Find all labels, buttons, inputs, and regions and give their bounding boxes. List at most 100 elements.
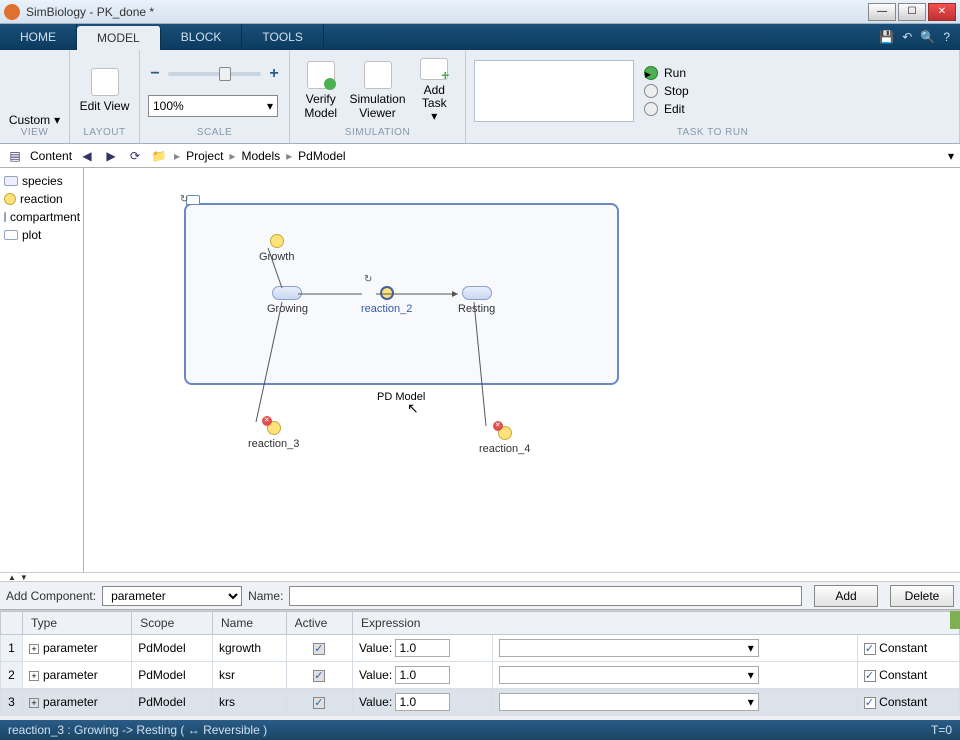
diagram-canvas[interactable]: ↻ Growth ↻ Growing reaction_2 Resting ✕ …: [84, 168, 960, 572]
cell-value[interactable]: Value:: [353, 689, 493, 716]
constant-checkbox[interactable]: [864, 670, 876, 682]
breadcrumb-project[interactable]: Project: [186, 149, 223, 163]
value-input[interactable]: [395, 693, 450, 711]
cell-active[interactable]: [286, 662, 352, 689]
zoom-slider[interactable]: [168, 72, 261, 76]
cell-expression[interactable]: ▾: [492, 662, 857, 689]
expand-toggle[interactable]: +: [29, 698, 39, 708]
minimize-button[interactable]: —: [868, 3, 896, 21]
verify-model-button[interactable]: Verify Model: [298, 58, 343, 124]
palette-plot[interactable]: plot: [2, 226, 81, 244]
cell-name[interactable]: ksr: [212, 662, 286, 689]
cell-constant[interactable]: Constant: [857, 635, 959, 662]
close-button[interactable]: ✕: [928, 3, 956, 21]
tab-block[interactable]: BLOCK: [161, 24, 243, 50]
constant-checkbox[interactable]: [864, 643, 876, 655]
node-growth[interactable]: Growth: [259, 234, 294, 263]
tab-model[interactable]: MODEL: [77, 26, 161, 50]
cell-value[interactable]: Value:: [353, 635, 493, 662]
table-row[interactable]: 2+parameterPdModelksrValue: ▾ Constant: [1, 662, 960, 689]
palette-species[interactable]: species: [2, 172, 81, 190]
collapse-down-icon[interactable]: ▼: [20, 573, 28, 582]
tab-tools[interactable]: TOOLS: [242, 24, 323, 50]
value-input[interactable]: [395, 666, 450, 684]
folder-icon[interactable]: 📁: [150, 147, 168, 165]
col-active[interactable]: Active: [286, 612, 352, 635]
expand-toggle[interactable]: +: [29, 671, 39, 681]
table-row[interactable]: 3+parameterPdModelkrsValue: ▾ Constant: [1, 689, 960, 716]
zoom-select[interactable]: 100% ▾: [148, 95, 278, 117]
component-type-select[interactable]: parameter: [102, 586, 242, 606]
maximize-button[interactable]: ☐: [898, 3, 926, 21]
content-label[interactable]: Content: [30, 149, 72, 163]
task-to-run-box[interactable]: [474, 60, 634, 122]
delete-button[interactable]: Delete: [890, 585, 954, 607]
expression-combo[interactable]: ▾: [499, 693, 759, 711]
run-button[interactable]: ▸Run: [644, 66, 689, 80]
add-button[interactable]: Add: [814, 585, 878, 607]
splitter[interactable]: ▲ ▼: [0, 572, 960, 582]
cell-active[interactable]: [286, 689, 352, 716]
simulation-viewer-button[interactable]: Simulation Viewer: [349, 58, 405, 124]
breadcrumb-models[interactable]: Models: [241, 149, 280, 163]
nav-forward-button[interactable]: ▶: [102, 147, 120, 165]
table-row[interactable]: 1+parameterPdModelkgrowthValue: ▾ Consta…: [1, 635, 960, 662]
cell-scope[interactable]: PdModel: [132, 689, 213, 716]
save-icon[interactable]: 💾: [879, 30, 894, 44]
breadcrumb-pdmodel[interactable]: PdModel: [298, 149, 345, 163]
cell-expression[interactable]: ▾: [492, 689, 857, 716]
cell-scope[interactable]: PdModel: [132, 635, 213, 662]
cell-constant[interactable]: Constant: [857, 662, 959, 689]
cell-value[interactable]: Value:: [353, 662, 493, 689]
cell-type[interactable]: +parameter: [23, 689, 132, 716]
col-type[interactable]: Type: [23, 612, 132, 635]
stop-button[interactable]: Stop: [644, 84, 689, 98]
chevron-down-icon: ▾: [748, 668, 754, 682]
edit-button[interactable]: Edit: [644, 102, 689, 116]
content-toggle[interactable]: ▤: [6, 147, 24, 165]
compartment-label[interactable]: PD Model: [377, 391, 425, 403]
cell-name[interactable]: kgrowth: [212, 635, 286, 662]
cell-expression[interactable]: ▾: [492, 635, 857, 662]
breadcrumb-dropdown[interactable]: ▾: [948, 149, 954, 163]
active-checkbox[interactable]: [313, 670, 325, 682]
constant-checkbox[interactable]: [864, 697, 876, 709]
active-checkbox[interactable]: [313, 697, 325, 709]
node-resting[interactable]: Resting: [458, 286, 495, 315]
node-growing[interactable]: Growing: [267, 286, 308, 315]
cell-active[interactable]: [286, 635, 352, 662]
expression-combo[interactable]: ▾: [499, 639, 759, 657]
node-reaction-2[interactable]: reaction_2: [361, 286, 412, 315]
collapse-up-icon[interactable]: ▲: [8, 573, 16, 582]
zoom-out-button[interactable]: −: [148, 65, 162, 83]
col-expression[interactable]: Expression: [353, 612, 960, 635]
edit-view-button[interactable]: Edit View: [78, 58, 131, 124]
reaction-icon: [270, 234, 284, 248]
active-checkbox[interactable]: [313, 643, 325, 655]
zoom-in-button[interactable]: +: [267, 65, 281, 83]
col-scope[interactable]: Scope: [132, 612, 213, 635]
custom-dropdown[interactable]: Custom ▾: [9, 113, 60, 127]
palette-compartment[interactable]: compartment: [2, 208, 81, 226]
value-input[interactable]: [395, 639, 450, 657]
loop-arrow-icon: ↻: [180, 194, 188, 205]
expand-toggle[interactable]: +: [29, 644, 39, 654]
add-task-button[interactable]: Add Task ▾: [412, 58, 457, 124]
nav-back-button[interactable]: ◀: [78, 147, 96, 165]
component-name-input[interactable]: [289, 586, 802, 606]
cell-type[interactable]: +parameter: [23, 635, 132, 662]
cell-name[interactable]: krs: [212, 689, 286, 716]
cell-constant[interactable]: Constant: [857, 689, 959, 716]
node-reaction-3[interactable]: ✕ reaction_3: [248, 421, 299, 450]
refresh-button[interactable]: ⟳: [126, 147, 144, 165]
help-icon[interactable]: ?: [943, 30, 950, 44]
search-icon[interactable]: 🔍: [920, 30, 935, 44]
tab-home[interactable]: HOME: [0, 24, 77, 50]
node-reaction-4[interactable]: ✕ reaction_4: [479, 426, 530, 455]
col-name[interactable]: Name: [212, 612, 286, 635]
expression-combo[interactable]: ▾: [499, 666, 759, 684]
undo-icon[interactable]: ↶: [902, 30, 912, 44]
cell-scope[interactable]: PdModel: [132, 662, 213, 689]
palette-reaction[interactable]: reaction: [2, 190, 81, 208]
cell-type[interactable]: +parameter: [23, 662, 132, 689]
